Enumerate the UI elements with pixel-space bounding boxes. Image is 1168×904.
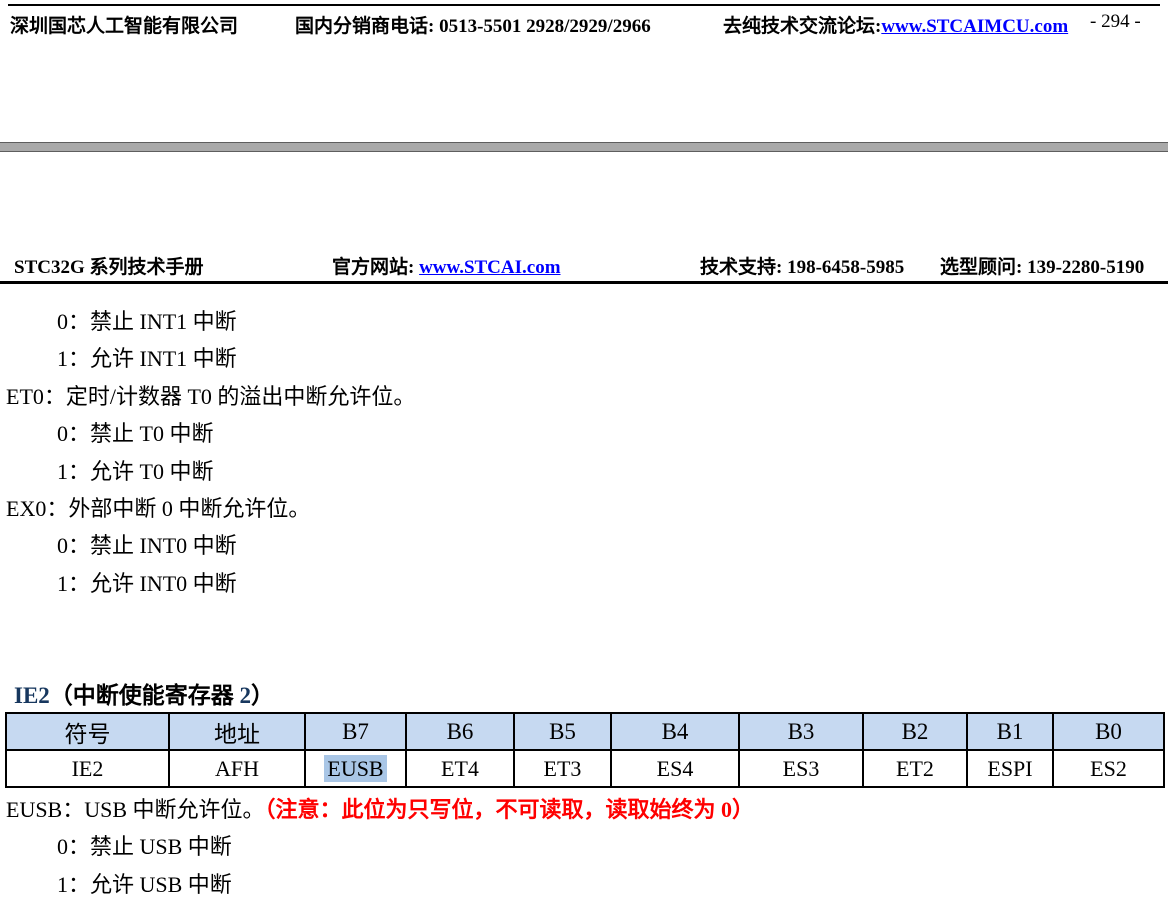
- eusb-label: EUSB：USB 中断允许位。: [6, 797, 265, 822]
- selection-advisor: 选型顾问: 139-2280-5190: [940, 257, 1145, 278]
- eusb-description-line: EUSB：USB 中断允许位。（注意：此位为只写位，不可读取，读取始终为 0）: [6, 791, 1164, 828]
- header-cell-b1: B1: [966, 712, 1054, 751]
- manual-title: STC32G 系列技术手册: [14, 257, 204, 278]
- page-header: STC32G 系列技术手册 官方网站: www.STCAI.com 技术支持: …: [0, 252, 1168, 280]
- header-divider-line: [0, 281, 1168, 284]
- cell-eusb: EUSB: [304, 749, 407, 788]
- ie2-register-table: 符号 地址 B7 B6 B5 B4 B3 B2 B1 B0 IE2 AFH EU…: [5, 712, 1165, 788]
- cell-address: AFH: [168, 749, 306, 788]
- text-line: EX0：外部中断 0 中断允许位。: [6, 496, 311, 522]
- cell-et4: ET4: [405, 749, 515, 788]
- official-site-line: 官方网站: www.STCAI.com: [332, 252, 561, 279]
- selected-text-eusb[interactable]: EUSB: [324, 754, 387, 782]
- cell-es3: ES3: [738, 749, 864, 788]
- register-name: IE2: [14, 683, 50, 708]
- pdf-page-view: 深圳国芯人工智能有限公司 国内分销商电话: 0513-5501 2928/292…: [0, 0, 1168, 904]
- text-line: 1：允许 INT1 中断: [57, 346, 237, 372]
- cell-et2: ET2: [862, 749, 968, 788]
- previous-page-footer: 深圳国芯人工智能有限公司 国内分销商电话: 0513-5501 2928/292…: [0, 11, 1168, 39]
- heading-open: （中断使能寄存器: [49, 683, 240, 708]
- ie2-section-heading: IE2（中断使能寄存器 2）: [14, 676, 274, 710]
- header-cell-symbol: 符号: [5, 712, 170, 751]
- cell-et3: ET3: [513, 749, 612, 788]
- table-header-row: 符号 地址 B7 B6 B5 B4 B3 B2 B1 B0: [5, 712, 1165, 751]
- eusb-description-block: EUSB：USB 中断允许位。（注意：此位为只写位，不可读取，读取始终为 0） …: [6, 791, 1164, 903]
- forum-link[interactable]: www.STCAIMCU.com: [881, 16, 1068, 37]
- distributor-phone: 国内分销商电话: 0513-5501 2928/2929/2966: [295, 16, 651, 37]
- forum-label: 去纯技术交流论坛:: [723, 16, 882, 37]
- header-cell-b7: B7: [304, 712, 407, 751]
- text-line: 0：禁止 INT1 中断: [57, 309, 237, 334]
- heading-close: ）: [251, 683, 275, 708]
- cell-es2: ES2: [1052, 749, 1165, 788]
- official-site-link[interactable]: www.STCAI.com: [419, 257, 560, 278]
- forum-line: 去纯技术交流论坛:www.STCAIMCU.com: [723, 11, 1068, 38]
- write-only-warning: （注意：此位为只写位，不可读取，读取始终为 0）: [264, 797, 755, 822]
- heading-number: 2: [239, 683, 252, 708]
- header-cell-b0: B0: [1052, 712, 1165, 751]
- cell-espi: ESPI: [966, 749, 1054, 788]
- text-line: 0：禁止 T0 中断: [57, 421, 214, 447]
- page-separator-bar: [0, 142, 1168, 152]
- header-cell-b4: B4: [610, 712, 740, 751]
- interrupt-description-text: 0：禁止 INT1 中断 1：允许 INT1 中断 ET0：定时/计数器 T0 …: [6, 303, 1156, 602]
- site-label: 官方网站:: [332, 257, 420, 278]
- text-line: 1：允许 T0 中断: [57, 458, 214, 484]
- header-cell-address: 地址: [168, 712, 306, 751]
- company-name: 深圳国芯人工智能有限公司: [10, 16, 239, 37]
- header-cell-b2: B2: [862, 712, 968, 751]
- tech-support: 技术支持: 198-6458-5985: [700, 257, 905, 278]
- text-line: 1：允许 USB 中断: [57, 871, 232, 897]
- page-number: - 294 -: [1090, 11, 1141, 32]
- header-cell-b5: B5: [513, 712, 612, 751]
- header-cell-b6: B6: [405, 712, 515, 751]
- text-line: ET0：定时/计数器 T0 的溢出中断允许位。: [6, 383, 416, 409]
- cell-es4: ES4: [610, 749, 740, 788]
- text-line: 0：禁止 INT0 中断: [57, 533, 237, 559]
- table-data-row: IE2 AFH EUSB ET4 ET3 ES4 ES3 ET2 ESPI ES…: [5, 749, 1165, 788]
- cell-symbol: IE2: [5, 749, 170, 788]
- footer-divider-line: [8, 4, 1160, 6]
- text-line: 0：禁止 USB 中断: [57, 834, 232, 860]
- header-cell-b3: B3: [738, 712, 864, 751]
- text-line: 1：允许 INT0 中断: [57, 570, 237, 596]
